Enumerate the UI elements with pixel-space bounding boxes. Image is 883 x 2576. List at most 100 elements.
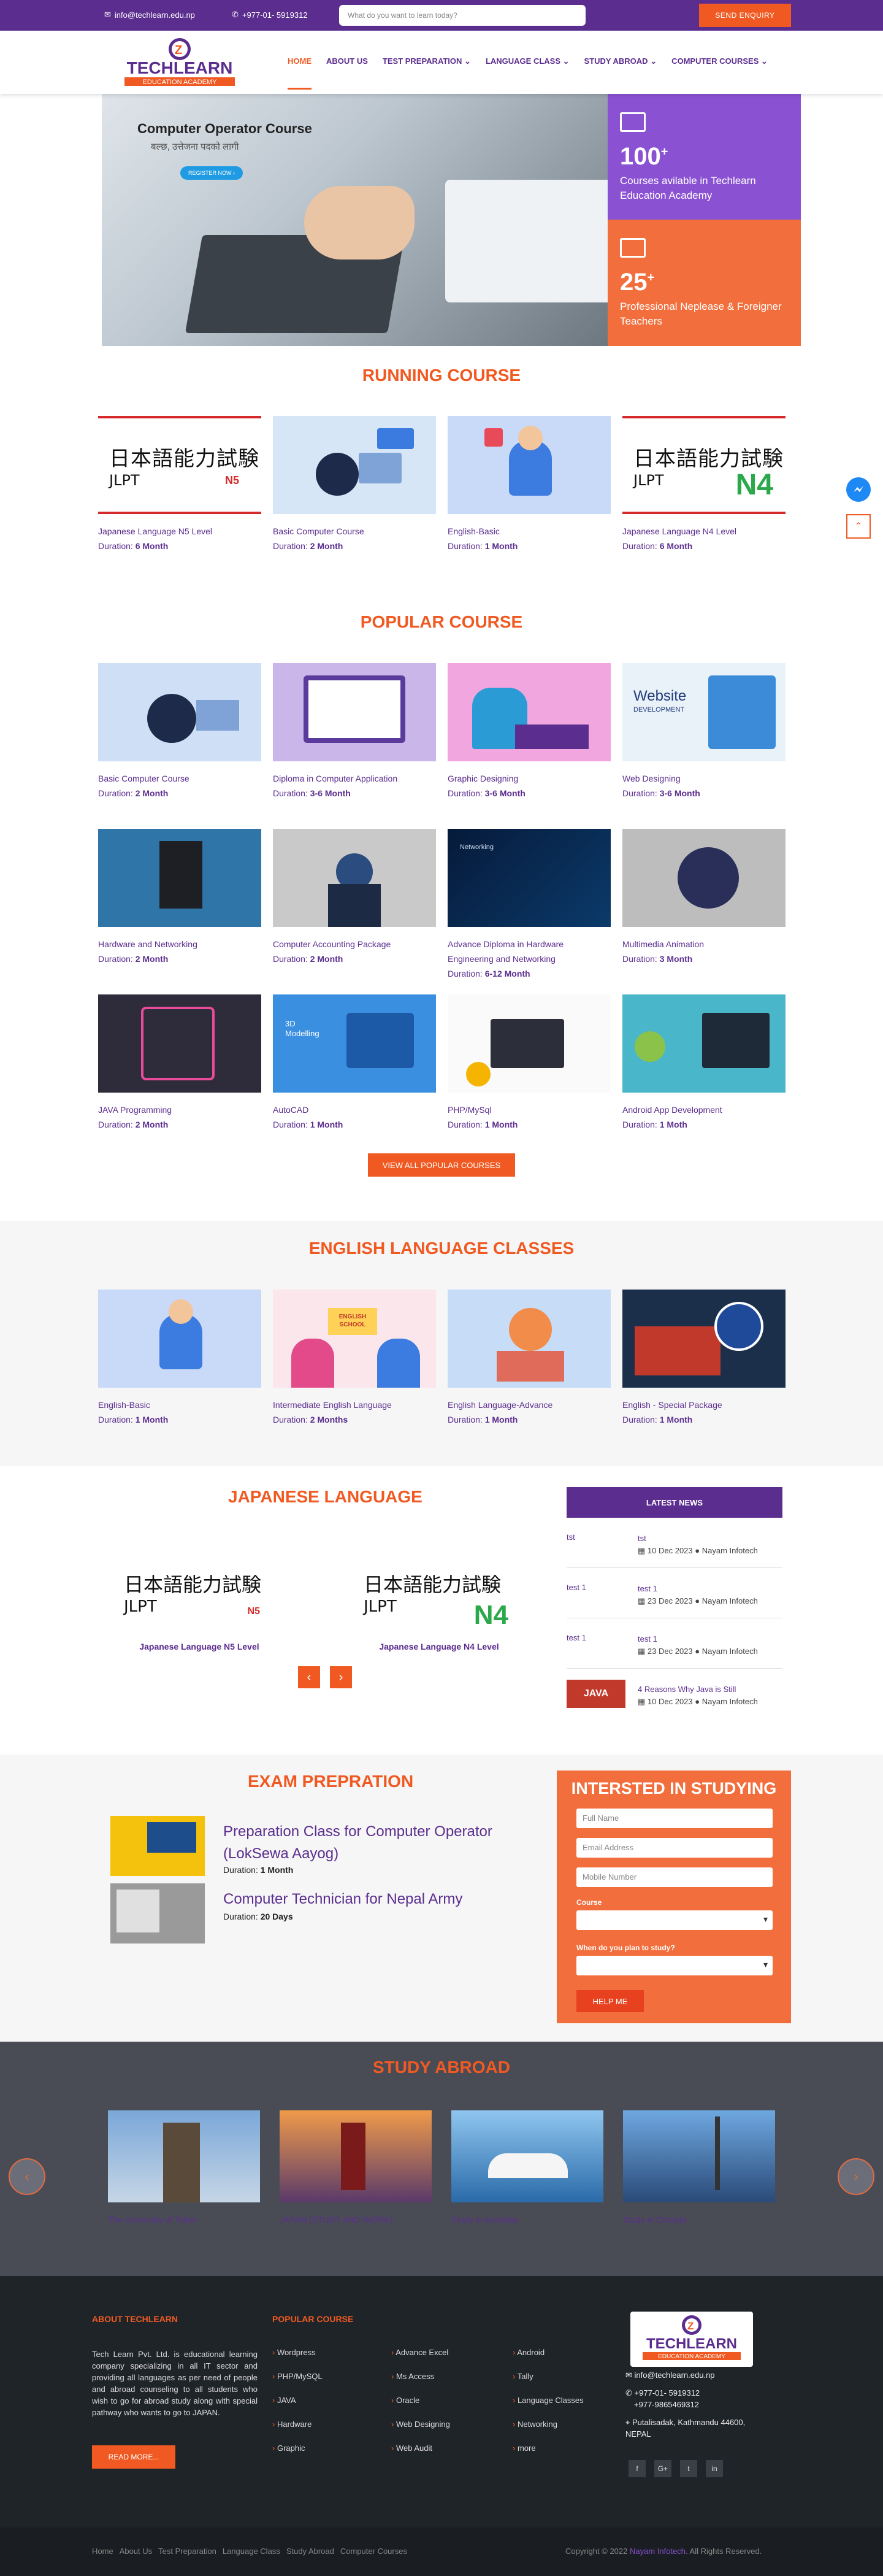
course-card[interactable]: Multimedia Animation Duration: 3 Month [622,829,786,966]
nav-computer-courses[interactable]: COMPUTER COURSES ⌄ [671,56,768,66]
read-more-button[interactable]: READ MORE... [92,2445,175,2469]
footer-about-title: ABOUT TECHLEARN [92,2314,178,2324]
course-image: 日本語能力試験 JLPT N5 [98,416,261,514]
footer-logo[interactable]: Z TECHLEARN EDUCATION ACADEMY [630,2312,753,2367]
footer-link[interactable]: Ms Access [391,2372,450,2396]
copyright-brand-link[interactable]: Nayam Infotech [630,2547,686,2556]
footer-link[interactable]: Tally [513,2372,584,2396]
footer-link[interactable]: more [513,2443,584,2467]
exam-item[interactable]: Computer Technician for Nepal Army Durat… [110,1883,540,1947]
chevron-right-icon[interactable]: › [838,2158,874,2195]
full-name-field[interactable]: Full Name [576,1809,773,1828]
phone-icon: ✆ [232,10,239,19]
bottom-link[interactable]: Home [92,2547,113,2556]
chevron-left-icon[interactable]: ‹ [9,2158,45,2195]
view-all-popular-button[interactable]: VIEW ALL POPULAR COURSES [368,1153,515,1177]
plan-select[interactable] [576,1956,773,1975]
footer-link[interactable]: Web Audit [391,2443,450,2467]
news-item[interactable]: test 1 test 1 ▦ 23 Dec 2023 ● Nayam Infot… [567,1568,782,1618]
bottom-link[interactable]: Test Preparation [158,2547,216,2556]
send-enquiry-button[interactable]: SEND ENQUIRY [699,4,791,27]
facebook-icon[interactable]: f [629,2460,646,2477]
course-card[interactable]: English - Special Package Duration: 1 Mo… [622,1290,786,1427]
bottom-link[interactable]: Computer Courses [340,2547,407,2556]
exam-item[interactable]: Preparation Class for Computer Operator … [110,1816,540,1880]
nav-home[interactable]: HOME [288,56,312,90]
abroad-card[interactable]: JAPAN (STUDY AND WORK) [280,2110,432,2227]
course-select[interactable] [576,1910,773,1930]
footer-link[interactable]: Hardware [272,2420,323,2443]
course-card[interactable]: Graphic Designing Duration: 3-6 Month [448,663,611,801]
abroad-image [451,2110,603,2202]
techlearn-logo[interactable]: Z TECHLEARN EDUCATION ACADEMY [118,36,241,90]
course-card[interactable]: Diploma in Computer Application Duration… [273,663,436,801]
course-card[interactable]: ENGLISH SCHOOL Intermediate English Lang… [273,1290,436,1427]
course-card[interactable]: English-Basic Duration: 1 Month [98,1290,261,1427]
abroad-card[interactable]: Study in Canada [623,2110,775,2227]
linkedin-icon[interactable]: in [706,2460,723,2477]
nav-language-class[interactable]: LANGUAGE CLASS ⌄ [486,56,570,66]
course-card[interactable]: JAVA Programming Duration: 2 Month [98,994,261,1132]
news-item[interactable]: test 1 test 1 ▦ 23 Dec 2023 ● Nayam Infot… [567,1618,782,1669]
mobile-field[interactable]: Mobile Number [576,1867,773,1887]
footer-link[interactable]: Wordpress [272,2348,323,2372]
course-card[interactable]: Networking Advance Diploma in Hardware E… [448,829,611,981]
course-card[interactable]: English Language-Advance Duration: 1 Mon… [448,1290,611,1427]
abroad-card[interactable]: Study in Australia [451,2110,603,2227]
footer-link[interactable]: JAVA [272,2396,323,2420]
nav-test-preparation[interactable]: TEST PREPARATION ⌄ [383,56,471,66]
news-item[interactable]: tst tst ▦ 10 Dec 2023 ● Nayam Infotech [567,1518,782,1568]
course-card[interactable]: Website DEVELOPMENT Web Designing Duratio… [622,663,786,801]
course-card[interactable]: PHP/MySql Duration: 1 Month [448,994,611,1132]
footer-link[interactable]: Oracle [391,2396,450,2420]
bottom-link[interactable]: About Us [120,2547,152,2556]
chevron-left-icon[interactable]: ‹ [298,1666,320,1688]
chevron-down-icon: ⌄ [464,56,471,66]
stat-teachers: 25+ Professional Neplease & Foreigner Te… [608,220,801,346]
chevron-right-icon[interactable]: › [330,1666,352,1688]
course-card[interactable]: English-Basic Duration: 1 Month [448,416,611,553]
bottom-link[interactable]: Study Abroad [286,2547,334,2556]
footer-link[interactable]: Android [513,2348,584,2372]
google-plus-icon[interactable]: G+ [654,2460,671,2477]
bottom-link[interactable]: Language Class [223,2547,280,2556]
footer-link[interactable]: Networking [513,2420,584,2443]
course-label: Course [576,1898,602,1907]
search-input[interactable]: What do you want to learn today? [339,5,586,26]
enquiry-form: INTERSTED IN STUDYING Full Name Email Ad… [557,1771,791,2023]
contact-email[interactable]: ✉ info@techlearn.edu.np [625,2369,715,2381]
footer-link[interactable]: Graphic [272,2443,323,2467]
hero-slider[interactable]: Computer Operator Course बल्छ, उत्तेजना … [102,94,608,346]
course-card[interactable]: Basic Computer Course Duration: 2 Month [273,416,436,553]
contact-phone[interactable]: ✆ +977-01- 5919312 [625,2387,700,2399]
japanese-card[interactable]: 日本語能力試験 JLPT N5 Japanese Language N5 Lev… [118,1558,281,1651]
footer-link[interactable]: Language Classes [513,2396,584,2420]
course-card[interactable]: Basic Computer Course Duration: 2 Month [98,663,261,801]
course-card[interactable]: Android App Development Duration: 1 Moth [622,994,786,1132]
scroll-top-icon[interactable]: ⌃ [846,514,871,539]
email-link[interactable]: ✉ info@techlearn.edu.np [104,10,195,20]
nav-about[interactable]: ABOUT US [326,56,368,66]
abroad-card[interactable]: The University of Tokyo [108,2110,260,2227]
email-field[interactable]: Email Address [576,1838,773,1858]
footer-link[interactable]: PHP/MySQL [272,2372,323,2396]
abroad-image [623,2110,775,2202]
contact-address: ⌖ Putalisadak, Kathmandu 44600, NEPAL [625,2418,746,2439]
course-card[interactable]: Hardware and Networking Duration: 2 Mont… [98,829,261,966]
course-card[interactable]: 日本語能力試験 JLPT N4 Japanese Language N4 Lev… [622,416,786,553]
japanese-card[interactable]: 日本語能力試験 JLPT N4 Japanese Language N4 Lev… [357,1558,521,1651]
twitter-icon[interactable]: t [680,2460,697,2477]
footer-link[interactable]: Web Designing [391,2420,450,2443]
course-card[interactable]: 日本語能力試験 JLPT N5 Japanese Language N5 Lev… [98,416,261,553]
phone-link[interactable]: ✆ +977-01- 5919312 [232,10,308,20]
footer-link[interactable]: Advance Excel [391,2348,450,2372]
messenger-icon[interactable] [846,477,871,502]
contact-phone-2[interactable]: +977-9865469312 [634,2399,699,2410]
help-me-button[interactable]: HELP ME [576,1990,644,2012]
course-card[interactable]: Computer Accounting Package Duration: 2 … [273,829,436,966]
register-now-button[interactable]: REGISTER NOW › [180,166,243,180]
news-item[interactable]: JAVA 4 Reasons Why Java is Still ▦ 10 Dec… [567,1669,782,1719]
nav-study-abroad[interactable]: STUDY ABROAD ⌄ [584,56,657,66]
form-title: INTERSTED IN STUDYING [571,1779,777,1797]
course-card[interactable]: 3D Modelling AutoCAD Duration: 1 Month [273,994,436,1132]
